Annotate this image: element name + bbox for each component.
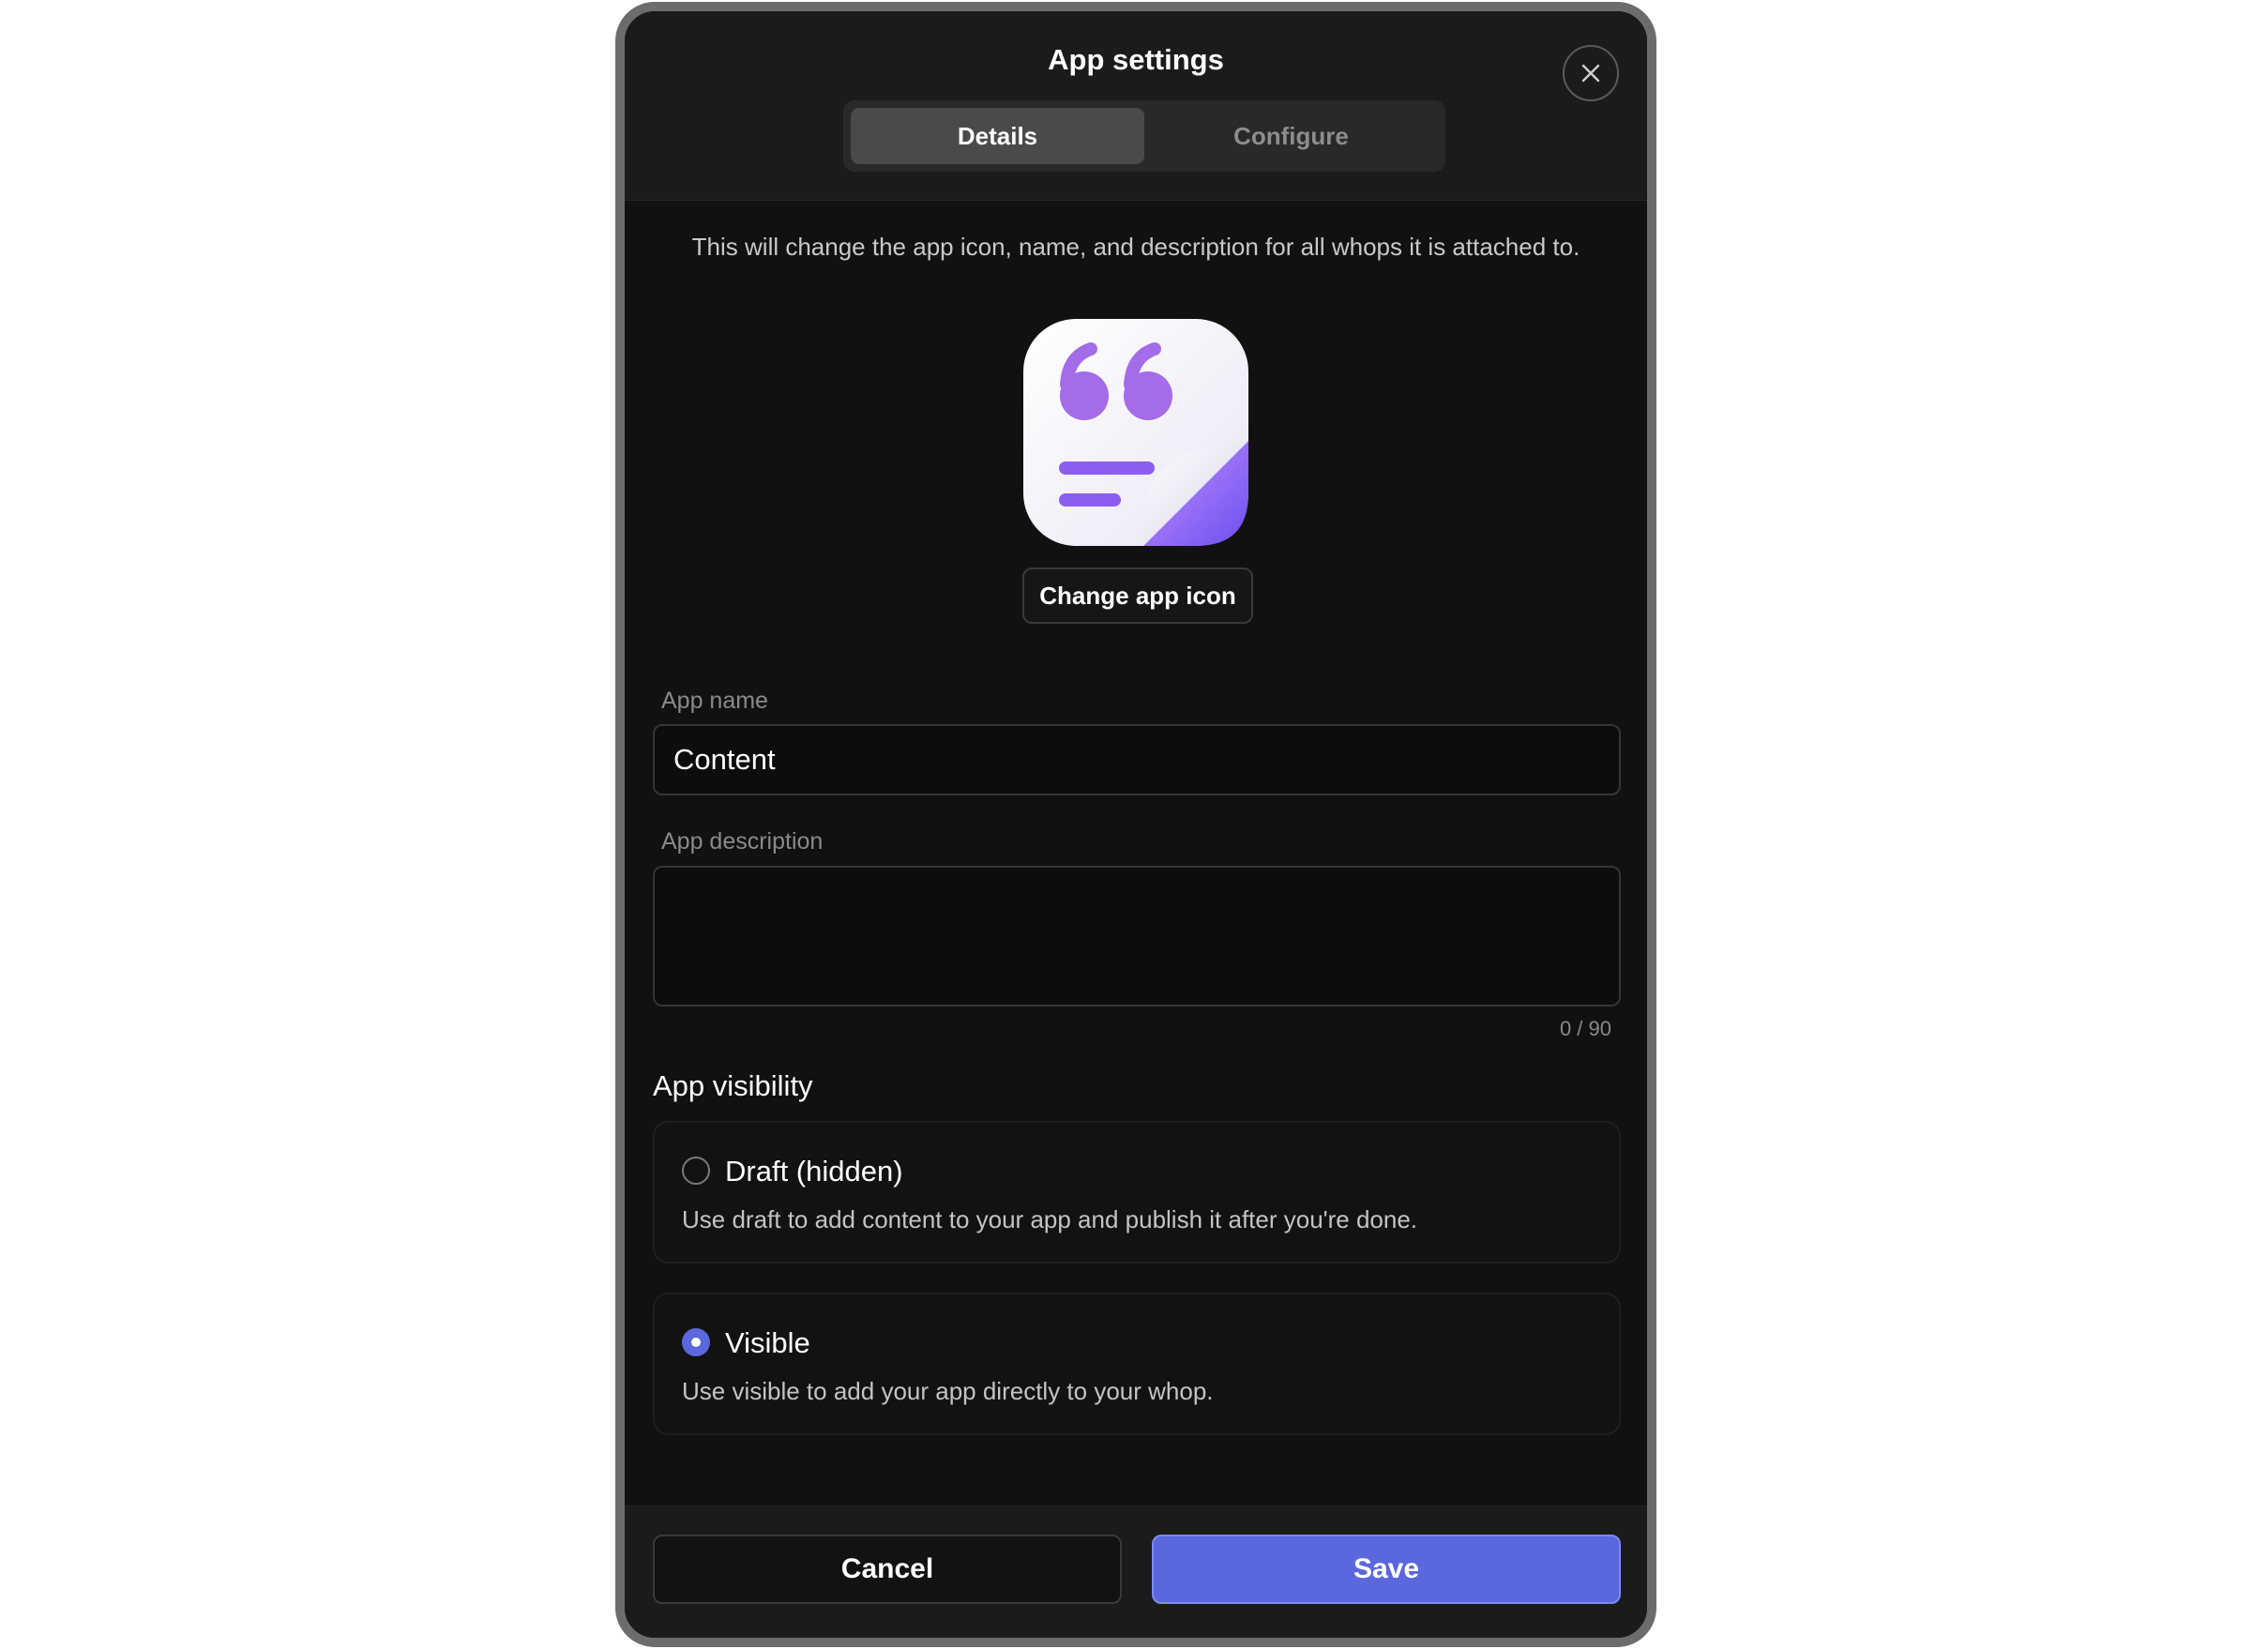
- visibility-option-visible[interactable]: Visible Use visible to add your app dire…: [653, 1293, 1621, 1435]
- close-button[interactable]: [1563, 45, 1619, 101]
- app-name-label: App name: [661, 688, 768, 714]
- cancel-button[interactable]: Cancel: [653, 1535, 1122, 1604]
- tab-bar: Details Configure: [843, 100, 1445, 172]
- dialog-header: App settings Details Configure: [625, 11, 1647, 201]
- app-description-input[interactable]: [653, 866, 1621, 1006]
- dialog-title: App settings: [1048, 43, 1224, 76]
- quote-document-icon: [1023, 319, 1248, 546]
- intro-text: This will change the app icon, name, and…: [691, 233, 1580, 261]
- visible-option-description: Use visible to add your app directly to …: [682, 1377, 1214, 1405]
- draft-radio[interactable]: [682, 1157, 710, 1185]
- app-description-label: App description: [661, 828, 824, 855]
- visibility-option-draft[interactable]: Draft (hidden) Use draft to add content …: [653, 1121, 1621, 1263]
- save-button[interactable]: Save: [1152, 1535, 1621, 1604]
- visibility-section-title: App visibility: [653, 1069, 813, 1102]
- dialog-footer: Cancel Save: [625, 1505, 1647, 1638]
- close-icon: [1581, 64, 1600, 83]
- app-name-value: Content: [673, 743, 776, 776]
- draft-option-description: Use draft to add content to your app and…: [682, 1205, 1418, 1233]
- draft-option-label: Draft (hidden): [725, 1155, 903, 1188]
- tab-configure[interactable]: Configure: [1144, 108, 1438, 164]
- app-settings-dialog: App settings Details Configure This will…: [615, 2, 1656, 1647]
- app-name-input[interactable]: Content: [653, 724, 1621, 795]
- visible-option-label: Visible: [725, 1326, 810, 1359]
- tab-details[interactable]: Details: [851, 108, 1144, 164]
- visible-radio[interactable]: [682, 1328, 710, 1356]
- description-char-counter: 0 / 90: [1559, 1017, 1611, 1040]
- change-app-icon-button[interactable]: Change app icon: [1022, 567, 1253, 624]
